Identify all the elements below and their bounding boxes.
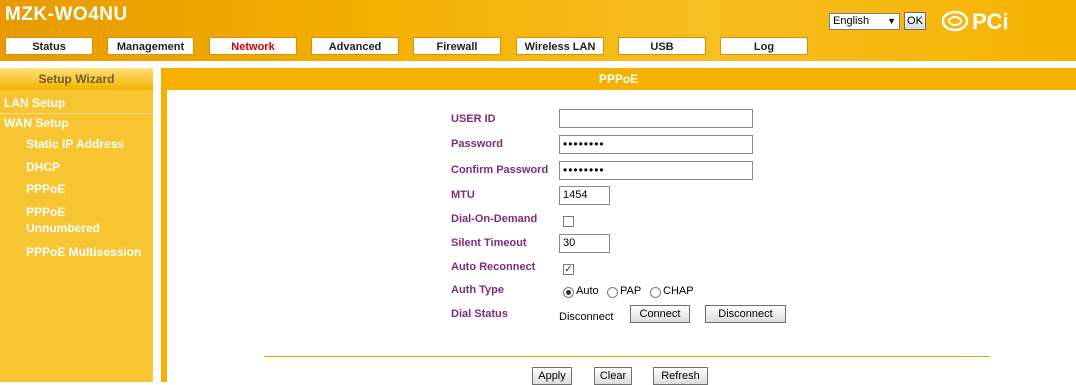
language-select[interactable]: English ▼ bbox=[829, 13, 900, 30]
auth-chap-label: CHAP bbox=[663, 285, 694, 297]
user-id-input[interactable] bbox=[559, 109, 753, 128]
password-label: Password bbox=[451, 138, 503, 150]
dial-on-demand-checkbox[interactable] bbox=[563, 216, 574, 227]
page-title: PPPoE bbox=[598, 72, 639, 86]
chevron-down-icon: ▼ bbox=[887, 16, 896, 26]
sidebar-item-pppoe[interactable]: PPPoE bbox=[26, 182, 65, 196]
confirm-password-label: Confirm Password bbox=[451, 164, 549, 176]
tab-usb[interactable]: USB bbox=[618, 37, 706, 55]
sidebar-item-dhcp[interactable]: DHCP bbox=[26, 160, 60, 174]
tab-wireless-lan[interactable]: Wireless LAN bbox=[516, 37, 604, 55]
pppoe-form: USER ID Password •••••••• Confirm Passwo… bbox=[167, 90, 1076, 385]
language-ok-button[interactable]: OK bbox=[904, 12, 926, 30]
check-icon: ✓ bbox=[564, 264, 573, 275]
tab-log[interactable]: Log bbox=[720, 37, 808, 55]
tab-status[interactable]: Status bbox=[5, 37, 93, 55]
dial-status-value: Disconnect bbox=[559, 311, 614, 323]
dial-status-label: Dial Status bbox=[451, 308, 508, 320]
auth-pap-radio[interactable] bbox=[607, 287, 618, 298]
disconnect-button[interactable]: Disconnect bbox=[705, 305, 786, 323]
sidebar-item-wan-setup[interactable]: WAN Setup bbox=[4, 116, 69, 130]
sidebar-item-lan-setup[interactable]: LAN Setup bbox=[4, 96, 65, 110]
dial-on-demand-label: Dial-On-Demand bbox=[451, 213, 538, 225]
form-divider bbox=[264, 356, 990, 357]
password-input[interactable]: •••••••• bbox=[559, 135, 753, 154]
auth-pap-label: PAP bbox=[620, 285, 642, 297]
setup-wizard-link[interactable]: Setup Wizard bbox=[0, 68, 153, 90]
tab-advanced[interactable]: Advanced bbox=[311, 37, 399, 55]
header-bar: MZK-WO4NU English ▼ OK PCi Status Manage… bbox=[0, 0, 1076, 61]
sidebar-item-static-ip[interactable]: Static IP Address bbox=[26, 137, 124, 151]
auth-chap-radio[interactable] bbox=[650, 287, 661, 298]
logo-text: PCi bbox=[972, 9, 1009, 33]
tab-firewall[interactable]: Firewall bbox=[413, 37, 501, 55]
mtu-input[interactable]: 1454 bbox=[559, 186, 610, 205]
confirm-password-input[interactable]: •••••••• bbox=[559, 161, 753, 180]
refresh-button[interactable]: Refresh bbox=[653, 367, 708, 385]
sidebar-item-pppoe-unnumbered[interactable]: PPPoE bbox=[26, 205, 65, 219]
user-id-label: USER ID bbox=[451, 113, 496, 125]
sidebar: Setup Wizard LAN Setup WAN Setup Static … bbox=[0, 68, 153, 382]
mtu-label: MTU bbox=[451, 189, 475, 201]
connect-button[interactable]: Connect bbox=[630, 305, 690, 323]
auto-reconnect-label: Auto Reconnect bbox=[451, 261, 536, 273]
silent-timeout-input[interactable]: 30 bbox=[559, 234, 610, 253]
brand-title: MZK-WO4NU bbox=[5, 4, 128, 25]
sidebar-divider bbox=[0, 113, 153, 114]
auth-type-label: Auth Type bbox=[451, 284, 504, 296]
tab-management[interactable]: Management bbox=[107, 37, 194, 55]
auto-reconnect-checkbox[interactable]: ✓ bbox=[563, 264, 574, 275]
pci-logo: PCi bbox=[942, 9, 1032, 33]
silent-timeout-label: Silent Timeout bbox=[451, 237, 527, 249]
tab-network[interactable]: Network bbox=[209, 37, 297, 55]
clear-button[interactable]: Clear bbox=[594, 367, 632, 385]
main-panel: PPPoE USER ID Password •••••••• Confirm … bbox=[161, 68, 1076, 385]
sidebar-item-pppoe-multisession[interactable]: PPPoE Multisession bbox=[26, 245, 141, 259]
language-select-value: English bbox=[833, 15, 870, 27]
auth-auto-label: Auto bbox=[576, 285, 599, 297]
sidebar-item-pppoe-unnumbered-2[interactable]: Unnumbered bbox=[26, 221, 100, 235]
auth-auto-radio[interactable] bbox=[563, 287, 574, 298]
apply-button[interactable]: Apply bbox=[532, 367, 572, 385]
